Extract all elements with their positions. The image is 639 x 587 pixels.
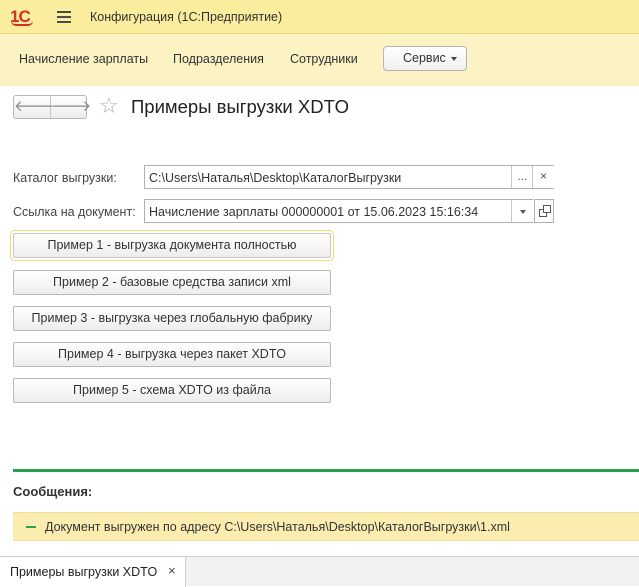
section-employees[interactable]: Сотрудники: [290, 52, 358, 66]
close-icon[interactable]: ×: [168, 563, 176, 578]
close-icon: ×: [539, 169, 547, 183]
message-marker-icon: [26, 526, 36, 528]
tab-label: Примеры выгрузки XDTO: [10, 565, 158, 579]
favorite-star-icon[interactable]: ☆: [99, 94, 119, 118]
title-bar: 1С Конфигурация (1С:Предприятие): [0, 0, 639, 34]
back-button[interactable]: 🡐: [14, 96, 55, 118]
section-departments[interactable]: Подразделения: [173, 52, 264, 66]
document-value: Начисление зарплаты 000000001 от 15.06.2…: [149, 205, 479, 219]
service-label: Сервис: [403, 51, 446, 65]
app-title: Конфигурация (1С:Предприятие): [90, 10, 283, 24]
example-5-button[interactable]: Пример 5 - схема XDTO из файла: [13, 378, 331, 403]
messages-title: Сообщения:: [13, 484, 93, 499]
sections-panel: Начисление зарплаты Подразделения Сотруд…: [0, 34, 639, 86]
example-4-button[interactable]: Пример 4 - выгрузка через пакет XDTO: [13, 342, 331, 367]
messages-divider: [13, 469, 639, 472]
document-label: Ссылка на документ:: [13, 205, 136, 219]
arrow-right-icon: 🡒: [51, 98, 92, 115]
catalog-label: Каталог выгрузки:: [13, 171, 117, 185]
navigation-buttons: 🡐 🡒: [13, 95, 91, 119]
example-3-button[interactable]: Пример 3 - выгрузка через глобальную фаб…: [13, 306, 331, 331]
clear-button[interactable]: ×: [532, 166, 554, 188]
open-windows-bar: Примеры выгрузки XDTO ×: [0, 556, 639, 587]
catalog-value: C:\Users\Наталья\Desktop\КаталогВыгрузки: [149, 171, 402, 185]
arrow-left-icon: 🡐: [14, 98, 55, 115]
open-icon: [543, 205, 551, 213]
section-payroll[interactable]: Начисление зарплаты: [19, 52, 148, 66]
ellipsis-icon: ...: [517, 169, 528, 183]
example-1-button[interactable]: Пример 1 - выгрузка документа полностью: [10, 230, 334, 261]
chevron-down-icon: [520, 210, 526, 214]
chevron-down-icon: [451, 57, 457, 61]
forward-button[interactable]: 🡒: [51, 96, 91, 118]
1c-logo[interactable]: 1С: [10, 7, 44, 27]
dropdown-button[interactable]: [511, 200, 533, 222]
page-title: Примеры выгрузки XDTO: [131, 96, 349, 117]
open-document-button[interactable]: [534, 199, 554, 223]
service-menu-button[interactable]: Сервис: [383, 46, 467, 71]
choose-button[interactable]: ...: [511, 166, 533, 188]
main-menu-icon[interactable]: [57, 11, 71, 23]
logo-swoosh: [11, 21, 33, 26]
message-text: Документ выгружен по адресу C:\Users\Нат…: [45, 520, 510, 534]
example-2-button[interactable]: Пример 2 - базовые средства записи xml: [13, 270, 331, 295]
document-input[interactable]: Начисление зарплаты 000000001 от 15.06.2…: [144, 199, 533, 223]
message-item[interactable]: Документ выгружен по адресу C:\Users\Нат…: [13, 512, 639, 541]
catalog-input[interactable]: C:\Users\Наталья\Desktop\КаталогВыгрузки…: [144, 165, 554, 189]
tab-examples-xdto[interactable]: Примеры выгрузки XDTO ×: [0, 556, 186, 587]
